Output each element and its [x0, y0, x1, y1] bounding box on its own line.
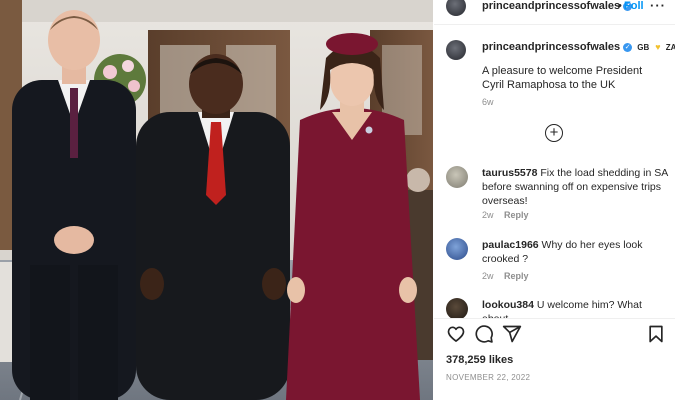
comment-username[interactable]: taurus5578 [482, 167, 537, 179]
reply-button[interactable]: Reply [504, 271, 529, 281]
heart-icon[interactable] [446, 324, 466, 344]
comment-username[interactable]: lookou384 [482, 299, 534, 311]
follow-button[interactable]: Foll [624, 0, 644, 12]
action-divider [434, 318, 675, 319]
author-username[interactable]: princeandprincessofwales ✓ [482, 0, 633, 12]
comment-text: paulac1966 Why do her eyes look crooked … [482, 238, 670, 266]
caption-avatar[interactable] [446, 40, 466, 60]
commenter-avatar[interactable] [446, 238, 468, 260]
header-divider [434, 24, 675, 25]
comment-time[interactable]: 2w [482, 271, 494, 281]
post-date: NOVEMBER 22, 2022 [446, 373, 531, 382]
caption-header: princeandprincessofwales ✓ GB ♥ ZA [482, 41, 675, 53]
bookmark-icon[interactable] [646, 324, 666, 344]
comment-meta: 2w Reply [482, 210, 537, 220]
author-avatar[interactable] [446, 0, 466, 16]
commenter-avatar[interactable] [446, 298, 468, 320]
likes-count[interactable]: 378,259 likes [446, 354, 513, 366]
comment-meta: 2w Reply [482, 271, 537, 281]
load-more-comments-icon[interactable]: + [545, 124, 563, 142]
post-side-panel: princeandprincessofwales ✓ • Foll ··· pri… [434, 0, 675, 400]
reply-button[interactable]: Reply [504, 210, 529, 220]
flag-za-icon: ZA [665, 43, 675, 52]
comment-icon[interactable] [474, 324, 494, 344]
comment-time[interactable]: 2w [482, 210, 494, 220]
post-header: princeandprincessofwales ✓ • Foll ··· [434, 0, 675, 16]
comment-username[interactable]: paulac1966 [482, 239, 539, 251]
verified-badge-icon: ✓ [623, 42, 633, 52]
caption-text: A pleasure to welcome President Cyril Ra… [482, 65, 643, 91]
yellow-heart-icon: ♥ [655, 42, 661, 52]
flag-gb-icon: GB [637, 43, 650, 52]
action-bar [434, 318, 675, 348]
comment-text: taurus5578 Fix the load shedding in SA b… [482, 166, 670, 208]
more-options-icon[interactable]: ··· [650, 0, 666, 13]
photo-image [0, 0, 433, 400]
caption-timestamp[interactable]: 6w [482, 97, 494, 107]
post-photo[interactable] [0, 0, 433, 400]
share-icon[interactable] [502, 324, 522, 344]
separator-dot: • [618, 0, 622, 12]
caption-username[interactable]: princeandprincessofwales [482, 41, 620, 53]
commenter-avatar[interactable] [446, 166, 468, 188]
